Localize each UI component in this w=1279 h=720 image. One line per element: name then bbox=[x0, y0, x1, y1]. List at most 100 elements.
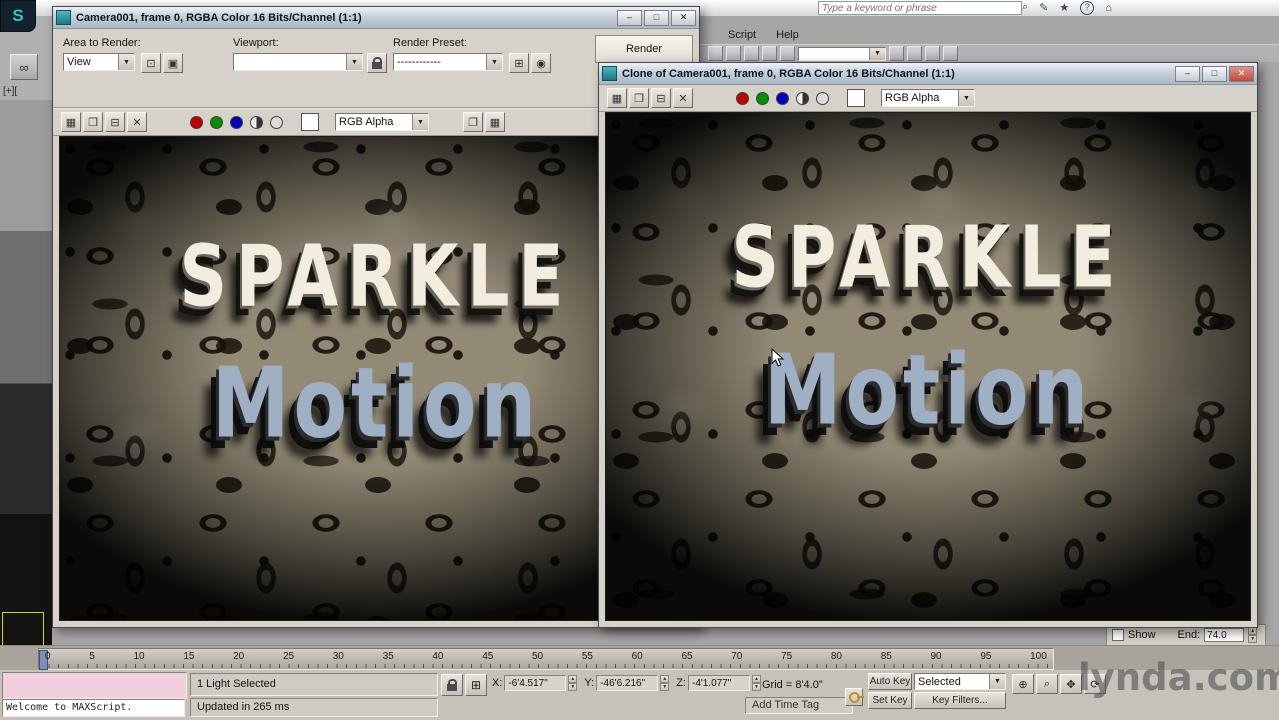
key-selection-dropdown[interactable]: Selected ▼ bbox=[914, 673, 1006, 690]
spin-down-icon[interactable]: ▼ bbox=[568, 683, 578, 691]
layers-button[interactable]: ❐ bbox=[463, 112, 483, 132]
alpha-channel-button[interactable] bbox=[813, 89, 831, 107]
window-controls: – □ ✕ bbox=[617, 9, 696, 26]
mono-channel-button[interactable] bbox=[247, 113, 265, 131]
blue-channel-button[interactable] bbox=[227, 113, 245, 131]
alpha-channel-button[interactable] bbox=[267, 113, 285, 131]
render-setup-button[interactable]: ⊞ bbox=[509, 53, 529, 73]
maximize-button[interactable]: □ bbox=[644, 9, 669, 26]
spin-up-icon[interactable]: ▲ bbox=[1248, 627, 1258, 635]
home-icon[interactable]: ⌂ bbox=[1105, 2, 1112, 14]
selection-lock-button[interactable] bbox=[441, 674, 463, 696]
absolute-mode-button[interactable]: ⊞ bbox=[465, 674, 487, 696]
add-time-tag-field[interactable]: Add Time Tag bbox=[745, 697, 853, 714]
minimize-button[interactable]: – bbox=[617, 9, 642, 26]
x-coordinate-field[interactable]: -6'4.517" bbox=[504, 675, 567, 691]
search-icon[interactable]: ⌕ bbox=[1022, 1, 1028, 14]
chevron-down-icon: ▼ bbox=[118, 54, 134, 70]
timeline-tick: 85 bbox=[880, 651, 892, 662]
zoom-region-icon[interactable]: ⌕ bbox=[1036, 674, 1058, 694]
menu-item-help[interactable]: Help bbox=[776, 29, 799, 41]
communication-icon[interactable]: ✎ bbox=[1039, 1, 1048, 14]
snapshot-button[interactable]: ▦ bbox=[485, 112, 505, 132]
3dsmax-logo-icon[interactable]: S bbox=[0, 0, 36, 32]
render-button[interactable]: Render bbox=[595, 35, 693, 63]
environment-button[interactable]: ◉ bbox=[531, 53, 551, 73]
area-to-render-dropdown[interactable]: View ▼ bbox=[63, 53, 135, 71]
spin-down-icon[interactable]: ▼ bbox=[1248, 635, 1258, 643]
blue-channel-icon bbox=[229, 115, 243, 129]
window-titlebar[interactable]: Clone of Camera001, frame 0, RGBA Color … bbox=[599, 63, 1257, 85]
search-input[interactable] bbox=[818, 1, 1022, 15]
macro-recorder-field[interactable] bbox=[2, 672, 187, 699]
maxscript-listener-field[interactable]: Welcome to MAXScript. bbox=[2, 699, 185, 717]
green-channel-button[interactable] bbox=[207, 113, 225, 131]
help-icon[interactable]: ? bbox=[1080, 0, 1095, 15]
red-channel-button[interactable] bbox=[187, 113, 205, 131]
print-image-button[interactable]: ⊟ bbox=[105, 112, 125, 132]
toolbar-icon[interactable] bbox=[780, 46, 795, 61]
menu-item-maxscript[interactable]: Script bbox=[728, 29, 756, 41]
background-color-swatch[interactable] bbox=[847, 89, 865, 107]
toolbar-icon[interactable] bbox=[762, 46, 777, 61]
selection-set-dropdown[interactable]: ▼ bbox=[798, 46, 886, 61]
end-value-field[interactable]: 74.0 bbox=[1204, 628, 1245, 642]
link-icon[interactable]: ∞ bbox=[10, 54, 38, 80]
spin-up-icon[interactable]: ▲ bbox=[660, 675, 670, 683]
auto-key-button[interactable]: Auto Key bbox=[868, 673, 912, 690]
toolbar-icon[interactable] bbox=[925, 46, 940, 61]
window-title: Clone of Camera001, frame 0, RGBA Color … bbox=[622, 67, 955, 80]
close-button[interactable]: ✕ bbox=[671, 9, 696, 26]
spin-down-icon[interactable]: ▼ bbox=[660, 683, 670, 691]
clear-image-button[interactable]: ✕ bbox=[673, 88, 693, 108]
toolbar-icon[interactable] bbox=[708, 46, 723, 61]
timeline-ruler[interactable]: 0 5 10 15 20 25 30 35 40 45 50 55 60 65 70 75 80 85 90 95 10… bbox=[38, 648, 1054, 670]
spin-up-icon[interactable]: ▲ bbox=[751, 675, 761, 683]
zoom-icon[interactable]: ⊕ bbox=[1012, 674, 1034, 694]
print-image-button[interactable]: ⊟ bbox=[651, 88, 671, 108]
background-color-swatch[interactable] bbox=[301, 113, 319, 131]
toolbar-icon[interactable] bbox=[943, 46, 958, 61]
save-image-button[interactable]: ▦ bbox=[61, 112, 81, 132]
timeline-ticks[interactable]: 0 5 10 15 20 25 30 35 40 45 50 55 60 65 70 75 80 85 90 95 10… bbox=[45, 651, 1047, 662]
show-checkbox[interactable] bbox=[1112, 629, 1124, 641]
clear-image-button[interactable]: ✕ bbox=[127, 112, 147, 132]
render-preset-dropdown[interactable]: ------------ ▼ bbox=[393, 53, 503, 71]
end-spinner[interactable]: ▲ ▼ bbox=[1248, 627, 1258, 643]
mono-channel-button[interactable] bbox=[793, 89, 811, 107]
z-coordinate-field[interactable]: -4'1.077" bbox=[687, 675, 750, 691]
viewport-background[interactable] bbox=[0, 100, 52, 647]
blue-channel-icon bbox=[775, 91, 789, 105]
channel-display-dropdown[interactable]: RGB Alpha ▼ bbox=[335, 113, 429, 131]
timeline-tick: 90 bbox=[930, 651, 942, 662]
toolbar-icon[interactable] bbox=[907, 46, 922, 61]
clone-window-button[interactable]: ❐ bbox=[629, 88, 649, 108]
toolbar-icon[interactable] bbox=[889, 46, 904, 61]
clone-window-button[interactable]: ❐ bbox=[83, 112, 103, 132]
x-spinner[interactable]: ▲ ▼ bbox=[568, 675, 578, 691]
green-channel-button[interactable] bbox=[753, 89, 771, 107]
maximize-button[interactable]: □ bbox=[1202, 65, 1227, 82]
spin-up-icon[interactable]: ▲ bbox=[568, 675, 578, 683]
y-coordinate-field[interactable]: -46'6.216" bbox=[596, 675, 659, 691]
save-image-button[interactable]: ▦ bbox=[607, 88, 627, 108]
favorites-icon[interactable]: ★ bbox=[1059, 1, 1069, 14]
auto-region-button[interactable]: ▣ bbox=[163, 53, 183, 73]
key-filters-button[interactable]: Key Filters... bbox=[914, 692, 1006, 709]
edit-region-button[interactable]: ⊡ bbox=[141, 53, 161, 73]
minimize-button[interactable]: – bbox=[1175, 65, 1200, 82]
close-button[interactable]: ✕ bbox=[1229, 65, 1254, 82]
channel-display-dropdown[interactable]: RGB Alpha ▼ bbox=[881, 89, 975, 107]
set-keys-button[interactable] bbox=[845, 688, 864, 706]
red-channel-button[interactable] bbox=[733, 89, 751, 107]
set-key-button[interactable]: Set Key bbox=[868, 692, 912, 709]
blue-channel-button[interactable] bbox=[773, 89, 791, 107]
viewport-dropdown[interactable]: ▼ bbox=[233, 53, 363, 71]
z-spinner[interactable]: ▲ ▼ bbox=[751, 675, 761, 691]
spin-down-icon[interactable]: ▼ bbox=[751, 683, 761, 691]
viewport-lock-button[interactable] bbox=[367, 53, 387, 73]
toolbar-icon[interactable] bbox=[726, 46, 741, 61]
window-titlebar[interactable]: Camera001, frame 0, RGBA Color 16 Bits/C… bbox=[53, 7, 699, 29]
toolbar-icon[interactable] bbox=[744, 46, 759, 61]
y-spinner[interactable]: ▲ ▼ bbox=[660, 675, 670, 691]
